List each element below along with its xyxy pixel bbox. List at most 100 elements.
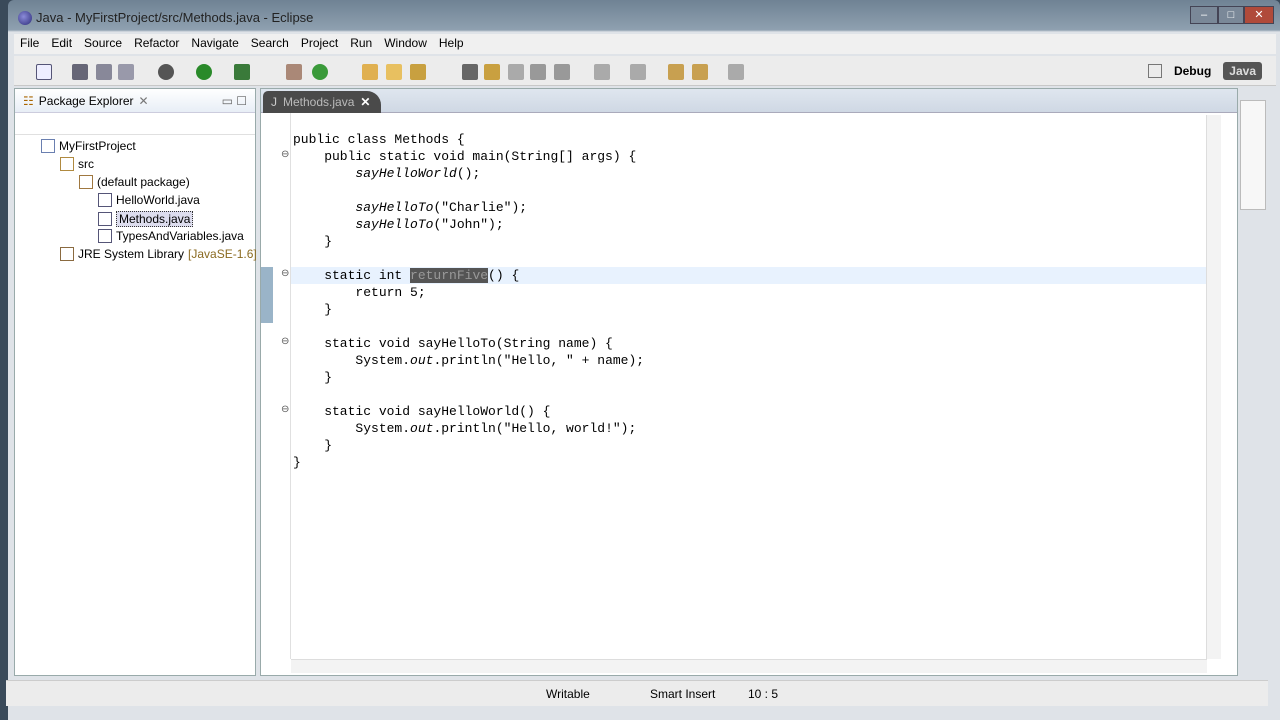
print-icon[interactable] [118,64,134,80]
code-token: } [293,234,333,249]
fold-collapse-icon[interactable]: ⊖ [281,336,289,347]
next-annotation-icon[interactable] [594,64,610,80]
java-file-icon [98,229,112,243]
code-token: static void sayHelloWorld() { [293,404,551,419]
tree-item[interactable]: HelloWorld.java [98,193,200,207]
code-token: () { [488,268,520,283]
forward-icon[interactable] [728,64,744,80]
package-explorer-title[interactable]: Package Explorer [39,94,134,108]
code-line: sayHelloWorld(); [293,165,644,182]
pin-icon[interactable] [462,64,478,80]
menu-run[interactable]: Run [344,34,378,54]
code-token: static int [293,268,411,283]
menu-edit[interactable]: Edit [45,34,78,54]
mark-occurrences-icon[interactable] [484,64,500,80]
back-icon[interactable] [692,64,708,80]
fold-collapse-icon[interactable]: ⊖ [281,404,289,415]
toggle-icon[interactable] [508,64,524,80]
menu-source[interactable]: Source [78,34,128,54]
menu-navigate[interactable]: Navigate [185,34,244,54]
code-token: static void sayHelloTo(String name) { [293,336,613,351]
tree-item-decoration: [JavaSE-1.6] [188,247,257,261]
eclipse-logo-icon [18,10,32,25]
code-line: return 5; [293,284,644,301]
last-edit-icon[interactable] [668,64,684,80]
debug-icon[interactable] [158,64,174,80]
new-icon[interactable] [36,64,52,80]
block-selection-icon[interactable] [530,64,546,80]
code-area[interactable]: public class Methods { public static voi… [293,131,644,471]
menu-search[interactable]: Search [245,34,295,54]
run-icon[interactable] [196,64,212,80]
tree-item[interactable]: MyFirstProject [41,139,136,153]
tree-item[interactable]: Methods.java [98,211,194,227]
code-token: out [410,421,434,436]
view-toolbar [15,113,255,135]
menu-refactor[interactable]: Refactor [128,34,185,54]
code-token: out [410,353,434,368]
right-trim-toolbar[interactable] [1240,100,1266,210]
open-folder-icon[interactable] [386,64,402,80]
java-file-icon [98,212,112,226]
open-perspective-icon[interactable] [1147,64,1162,78]
new-class-icon[interactable] [312,64,328,80]
tree-item[interactable]: src [60,157,94,171]
perspective-java[interactable]: Java [1223,62,1262,80]
code-token: .println("Hello, " + name); [433,353,645,368]
java-editor: J Methods.java ✕ ⊖ ⊖ ⊖ ⊖ public class Methods… [260,88,1238,676]
whitespace-icon[interactable] [554,64,570,80]
fold-collapse-icon[interactable]: ⊖ [281,268,289,279]
maximize-button[interactable]: □ [1218,6,1244,24]
search-icon[interactable] [410,64,426,80]
tree-item-label: MyFirstProject [59,139,136,153]
code-token: sayHelloWorld [355,166,457,181]
selected-text: returnFive [410,268,489,283]
tree-item[interactable]: (default package) [79,175,190,189]
code-line: public class Methods { [293,131,644,148]
save-icon[interactable] [72,64,88,80]
status-cursor-position: 10 : 5 [748,687,779,701]
menu-project[interactable]: Project [295,34,344,54]
external-tools-icon[interactable] [234,64,250,80]
close-tab-icon[interactable]: ✕ [360,95,370,109]
save-all-icon[interactable] [96,64,112,80]
tab-label: Methods.java [283,95,355,109]
code-token: System. [293,421,411,436]
prev-annotation-icon[interactable] [630,64,646,80]
perspective-debug[interactable]: Debug [1168,62,1217,80]
code-token: } [293,455,301,470]
minimize-maximize-icons[interactable]: ▭ ☐ [222,94,247,108]
code-line: } [293,301,644,318]
close-view-icon[interactable]: ✕ [138,94,148,108]
code-token: } [293,370,333,385]
tree-item[interactable]: TypesAndVariables.java [98,229,244,243]
open-type-icon[interactable] [362,64,378,80]
window-title: Java - MyFirstProject/src/Methods.java -… [36,10,314,25]
code-line: static int returnFive() { [293,267,644,284]
code-token: sayHelloTo [355,200,434,215]
code-token: System. [293,353,411,368]
code-token: } [293,438,333,453]
minimize-button[interactable]: – [1190,6,1218,24]
perspective-switcher: Debug Java [1147,62,1262,80]
code-line: static void sayHelloWorld() { [293,403,644,420]
fold-collapse-icon[interactable]: ⊖ [281,149,289,160]
package-icon [79,175,93,189]
tree-item[interactable]: JRE System Library [JavaSE-1.6] [60,247,257,261]
code-line: static void sayHelloTo(String name) { [293,335,644,352]
menu-window[interactable]: Window [378,34,433,54]
vertical-scrollbar[interactable] [1206,115,1221,659]
horizontal-scrollbar[interactable] [291,659,1207,673]
menu-file[interactable]: File [14,34,45,54]
new-package-icon[interactable] [286,64,302,80]
title-bar: Java - MyFirstProject/src/Methods.java -… [18,10,313,25]
code-line: sayHelloTo("John"); [293,216,644,233]
menu-help[interactable]: Help [433,34,470,54]
code-line: System.out.println("Hello, world!"); [293,420,644,437]
close-button[interactable]: ✕ [1244,6,1274,24]
tab-methods-java[interactable]: J Methods.java ✕ [263,91,381,113]
